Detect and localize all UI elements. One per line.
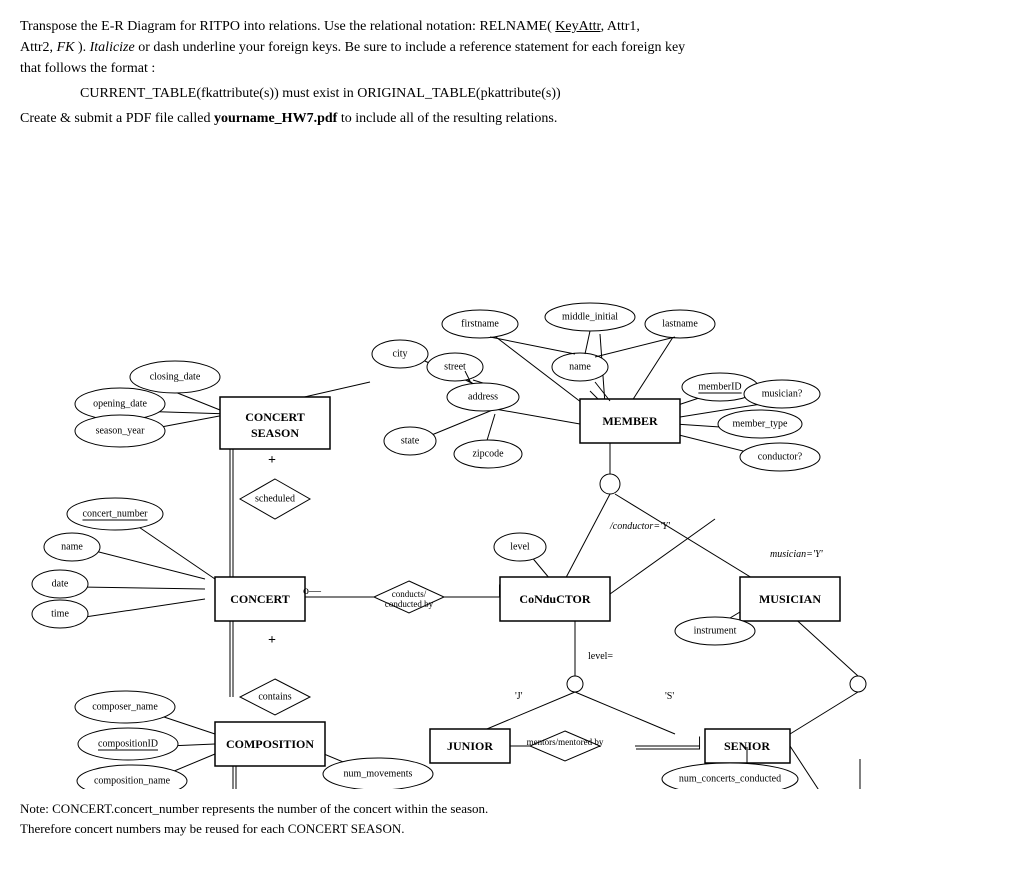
svg-text:/conductor='Y': /conductor='Y': [609, 521, 671, 532]
svg-text:level=: level=: [588, 651, 613, 662]
svg-text:MEMBER: MEMBER: [602, 414, 658, 428]
svg-text:contains: contains: [258, 692, 291, 703]
svg-text:firstname: firstname: [461, 319, 499, 330]
svg-text:time: time: [51, 609, 69, 620]
svg-text:CONCERT: CONCERT: [230, 592, 290, 606]
note-line2: Therefore concert numbers may be reused …: [20, 821, 405, 836]
svg-text:COMPOSITION: COMPOSITION: [226, 737, 314, 751]
svg-text:closing_date: closing_date: [150, 372, 201, 383]
svg-text:opening_date: opening_date: [93, 399, 147, 410]
svg-text:conducts/: conducts/: [392, 589, 427, 599]
instructions-text: Transpose the E-R Diagram for RITPO into…: [20, 16, 1004, 129]
svg-text:name: name: [569, 362, 591, 373]
svg-text:SEASON: SEASON: [251, 426, 299, 440]
svg-text:conductor?: conductor?: [758, 452, 803, 463]
instruction-line3: that follows the format :: [20, 61, 155, 76]
svg-text:city: city: [393, 349, 408, 360]
svg-text:CONCERT: CONCERT: [245, 410, 305, 424]
instruction-line2: Attr2, FK ). Italicize or dash underline…: [20, 40, 685, 55]
svg-text:composer_name: composer_name: [92, 702, 158, 713]
svg-text:lastname: lastname: [662, 319, 698, 330]
svg-text:zipcode: zipcode: [472, 449, 504, 460]
svg-text:member_type: member_type: [733, 419, 789, 430]
svg-text:name: name: [61, 542, 83, 553]
svg-text:date: date: [52, 579, 69, 590]
svg-text:composition_name: composition_name: [94, 776, 171, 787]
instruction-line1: Transpose the E-R Diagram for RITPO into…: [20, 19, 640, 34]
note-text: Note: CONCERT.concert_number represents …: [20, 799, 1004, 838]
svg-text:|: |: [698, 735, 701, 750]
svg-text:num_concerts_conducted: num_concerts_conducted: [679, 774, 781, 785]
note-line1: Note: CONCERT.concert_number represents …: [20, 801, 488, 816]
svg-text:musician='Y': musician='Y': [770, 549, 824, 560]
svg-text:middle_initial: middle_initial: [562, 312, 618, 323]
svg-text:season_year: season_year: [96, 426, 146, 437]
svg-text:num_movements: num_movements: [344, 769, 413, 780]
svg-text:compositionID: compositionID: [98, 739, 158, 750]
svg-text:conducted by: conducted by: [385, 599, 434, 609]
instruction-line4: Create & submit a PDF file called yourna…: [20, 111, 557, 126]
svg-text:mentors/mentored by: mentors/mentored by: [527, 737, 604, 747]
svg-text:+: +: [268, 633, 276, 648]
svg-text:address: address: [468, 392, 498, 403]
svg-text:level: level: [510, 542, 530, 553]
svg-text:concert_number: concert_number: [83, 509, 149, 520]
svg-text:'S': 'S': [665, 691, 674, 702]
svg-text:MUSICIAN: MUSICIAN: [759, 592, 821, 606]
er-diagram: CONCERT SEASON CONCERT COMPOSITION COMPO…: [20, 139, 1010, 789]
svg-text:street: street: [444, 362, 466, 373]
svg-text:o—: o—: [303, 583, 322, 597]
svg-text:CoNduCTOR: CoNduCTOR: [519, 592, 590, 606]
svg-text:scheduled: scheduled: [255, 494, 295, 505]
svg-text:|: |: [498, 583, 501, 598]
svg-text:state: state: [401, 436, 420, 447]
svg-text:musician?: musician?: [762, 389, 803, 400]
svg-text:memberID: memberID: [698, 382, 741, 393]
svg-text:JUNIOR: JUNIOR: [447, 739, 493, 753]
svg-text:instrument: instrument: [694, 626, 737, 637]
svg-text:'J': 'J': [515, 691, 523, 702]
svg-text:+: +: [268, 453, 276, 468]
instruction-indent: CURRENT_TABLE(fkattribute(s)) must exist…: [80, 83, 1004, 104]
